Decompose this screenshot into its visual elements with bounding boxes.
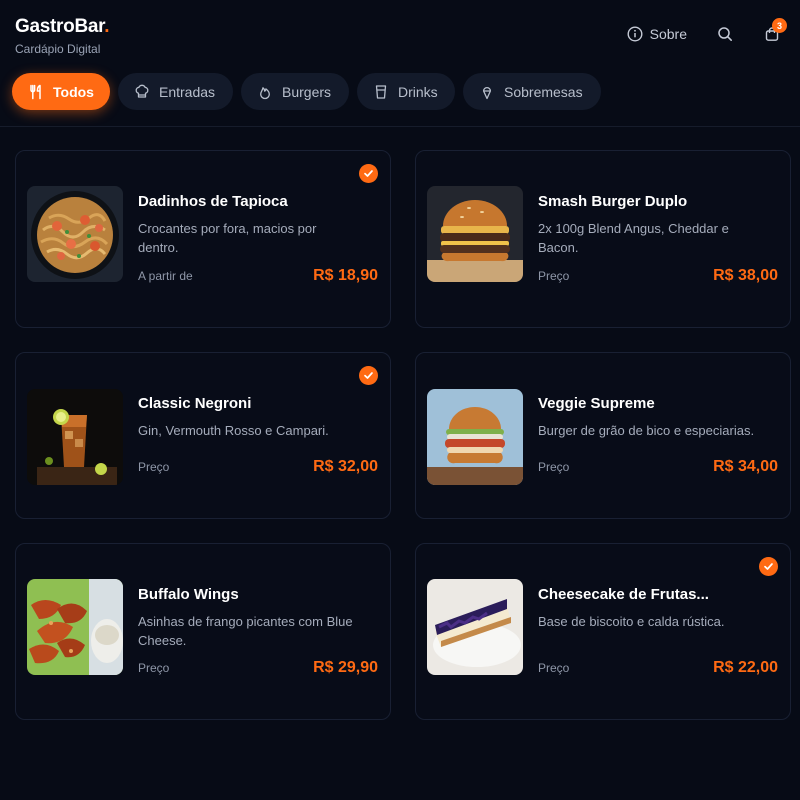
price-label: Preço — [538, 661, 570, 675]
product-image — [27, 579, 123, 675]
product-price: R$ 34,00 — [713, 458, 778, 475]
product-card[interactable]: Classic Negroni Gin, Vermouth Rosso e Ca… — [15, 352, 391, 519]
price-label: Preço — [538, 269, 570, 283]
cup-icon — [373, 84, 389, 100]
tab-sobremesas[interactable]: Sobremesas — [463, 73, 601, 110]
fork-knife-icon — [28, 84, 44, 100]
product-image — [427, 389, 523, 485]
product-card[interactable]: Cheesecake de Frutas... Base de biscoito… — [415, 543, 791, 720]
product-price: R$ 32,00 — [313, 458, 378, 475]
product-name: Classic Negroni — [138, 395, 252, 412]
product-description: Burger de grão de bico e especiarias. — [538, 423, 755, 438]
tab-burgers[interactable]: Burgers — [241, 73, 349, 110]
product-card[interactable]: Buffalo Wings Asinhas de frango picantes… — [15, 543, 391, 720]
tab-label: Sobremesas — [504, 83, 583, 100]
tab-todos[interactable]: Todos — [12, 73, 110, 110]
product-image — [27, 389, 123, 485]
tab-label: Todos — [53, 83, 94, 100]
product-price: R$ 29,90 — [313, 659, 378, 676]
price-label: A partir de — [138, 269, 193, 283]
app-header: GastroBar. Cardápio Digital Sobre 3 Todo… — [0, 0, 800, 127]
search-icon — [717, 26, 733, 42]
product-price: R$ 22,00 — [713, 659, 778, 676]
product-description: 2x 100g Blend Angus, Cheddar e Bacon. — [538, 221, 729, 255]
ice-cream-icon — [479, 84, 495, 100]
product-name: Veggie Supreme — [538, 395, 655, 412]
flame-icon — [257, 84, 273, 100]
tab-label: Entradas — [159, 83, 216, 100]
price-label: Preço — [138, 661, 170, 675]
price-label: Preço — [138, 460, 170, 474]
about-label: Sobre — [649, 26, 687, 42]
chef-hat-icon — [134, 84, 150, 100]
product-description: Base de biscoito e calda rústica. — [538, 614, 725, 629]
tab-label: Drinks — [398, 83, 438, 100]
brand[interactable]: GastroBar. Cardápio Digital — [15, 16, 109, 56]
product-card[interactable]: Smash Burger Duplo 2x 100g Blend Angus, … — [415, 150, 791, 328]
product-name: Dadinhos de Tapioca — [138, 193, 288, 210]
cart-button[interactable]: 3 — [764, 18, 787, 42]
product-description: Crocantes por fora, macios por dentro. — [138, 221, 317, 255]
product-image — [27, 186, 123, 282]
price-label: Preço — [538, 460, 570, 474]
product-description: Gin, Vermouth Rosso e Campari. — [138, 423, 329, 438]
product-name: Buffalo Wings — [138, 586, 239, 603]
product-image — [427, 186, 523, 282]
tab-drinks[interactable]: Drinks — [357, 73, 455, 110]
info-icon — [627, 26, 643, 42]
product-name: Cheesecake de Frutas... — [538, 586, 709, 603]
about-button[interactable]: Sobre — [627, 26, 687, 42]
category-tabs: Todos Entradas Burgers Drinks Sobremesas — [12, 73, 601, 110]
brand-logo: GastroBar. — [15, 16, 110, 37]
check-icon — [359, 164, 378, 183]
product-name: Smash Burger Duplo — [538, 193, 688, 210]
tab-entradas[interactable]: Entradas — [118, 73, 233, 110]
check-icon — [359, 366, 378, 385]
check-icon — [759, 557, 778, 576]
tab-label: Burgers — [282, 83, 332, 100]
brand-subtitle: Cardápio Digital — [15, 42, 101, 56]
product-price: R$ 18,90 — [313, 267, 378, 284]
product-description: Asinhas de frango picantes com Blue Chee… — [138, 614, 353, 648]
product-card[interactable]: Dadinhos de Tapioca Crocantes por fora, … — [15, 150, 391, 328]
search-button[interactable] — [717, 26, 733, 42]
product-price: R$ 38,00 — [713, 267, 778, 284]
product-card[interactable]: Veggie Supreme Burger de grão de bico e … — [415, 352, 791, 519]
header-actions: Sobre 3 — [627, 18, 787, 42]
product-image — [427, 579, 523, 675]
cart-count-badge: 3 — [772, 18, 787, 33]
